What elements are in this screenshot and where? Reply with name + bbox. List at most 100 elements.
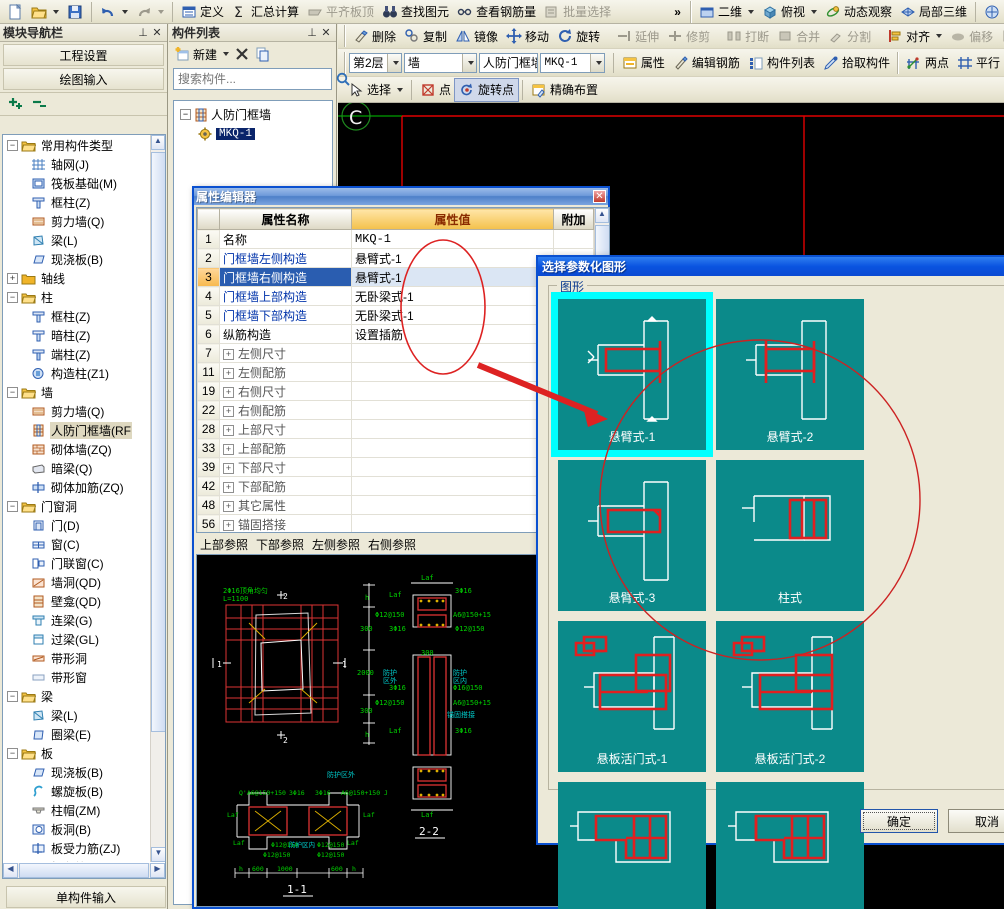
nav-tree-item-26[interactable]: 过梁(GL): [3, 630, 151, 649]
save-button[interactable]: [63, 1, 87, 22]
property-row-value[interactable]: [351, 495, 554, 515]
nav-tree-scroll-left[interactable]: ◀: [3, 863, 18, 878]
nav-tree-item-0[interactable]: − 常用构件类型: [3, 136, 151, 155]
align-button[interactable]: 对齐: [883, 25, 946, 47]
nav-tree-item-21[interactable]: 窗(C): [3, 535, 151, 554]
property-row-expander[interactable]: +: [223, 481, 234, 493]
property-row-value[interactable]: [351, 381, 554, 401]
zoom-pan-button[interactable]: [980, 1, 1004, 22]
property-row-expander[interactable]: +: [223, 443, 234, 455]
select-tool-button[interactable]: 选择: [344, 79, 407, 101]
graphics-card-cant-column-1[interactable]: 悬臂带柱式-1: [558, 782, 706, 909]
new-component-caret[interactable]: [223, 52, 230, 56]
nav-tree-item-4[interactable]: 剪力墙(Q): [3, 212, 151, 231]
nav-tree-item-28[interactable]: 带形窗: [3, 668, 151, 687]
graphics-cell[interactable]: 悬臂式-1: [551, 292, 713, 457]
properties-button[interactable]: 属性: [618, 52, 669, 74]
property-row[interactable]: 1 名称 MKQ-1: [197, 229, 594, 249]
property-row[interactable]: 2 门框墙左侧构造 悬臂式-1: [197, 248, 594, 268]
precise-layout-button[interactable]: 精确布置: [527, 79, 602, 101]
nav-tree-item-1[interactable]: 轴网(J): [3, 155, 151, 174]
toolbar-overflow[interactable]: »: [668, 5, 687, 19]
property-row-value[interactable]: 悬臂式-1: [351, 248, 554, 268]
nav-tree-item-20[interactable]: 门(D): [3, 516, 151, 535]
property-scroll-up[interactable]: ▲: [595, 208, 609, 223]
nav-tree-expander-13[interactable]: −: [7, 387, 18, 398]
property-row-value[interactable]: [351, 419, 554, 439]
nav-button-single-component[interactable]: 单构件输入: [6, 886, 166, 908]
graphics-cell[interactable]: 悬板活门式-1: [553, 616, 711, 777]
property-row[interactable]: 6 纵筋构造 设置插筋: [197, 324, 594, 344]
undo-caret[interactable]: [122, 9, 128, 14]
property-row[interactable]: 33 + 上部配筋: [197, 438, 594, 458]
top-view-button[interactable]: 俯视: [758, 1, 821, 22]
property-row-expander[interactable]: +: [223, 424, 234, 436]
nav-tree-item-10[interactable]: 暗柱(Z): [3, 326, 151, 345]
graphics-card-flap-door-1[interactable]: 悬板活门式-1: [558, 621, 706, 772]
open-file-caret[interactable]: [53, 9, 59, 14]
property-editor-titlebar[interactable]: 属性编辑器 ✕: [194, 188, 608, 205]
property-row-expander[interactable]: +: [223, 519, 234, 531]
graphics-card-cantilever-2[interactable]: 悬臂式-2: [716, 299, 864, 450]
nav-tree-scroll-up[interactable]: ▲: [151, 135, 165, 150]
nav-close-icon[interactable]: ✕: [150, 26, 164, 39]
property-row-value[interactable]: [351, 457, 554, 477]
find-element-button[interactable]: 查找图元: [378, 1, 453, 22]
parallel-button[interactable]: 平行: [953, 52, 1004, 74]
nav-tree-scroll-down[interactable]: ▼: [151, 847, 165, 862]
copy-button[interactable]: 复制: [400, 25, 451, 47]
delete-button[interactable]: 删除: [349, 25, 400, 47]
property-row-value[interactable]: 悬臂式-1: [351, 267, 554, 287]
nav-tree-expander-8[interactable]: −: [7, 292, 18, 303]
mirror-button[interactable]: 镜像: [451, 25, 502, 47]
nav-tree-item-7[interactable]: + 轴线: [3, 269, 151, 288]
property-row-expander[interactable]: +: [223, 500, 234, 512]
graphics-cell[interactable]: 悬板活门式-2: [711, 616, 869, 777]
rotate-button[interactable]: 旋转: [553, 25, 604, 47]
nav-tree-item-38[interactable]: 板负筋(FJ): [3, 858, 151, 862]
property-row[interactable]: 11 + 左侧配筋: [197, 362, 594, 382]
view-rebar-button[interactable]: 查看钢筋量: [453, 1, 540, 22]
local-3d-button[interactable]: 局部三维: [896, 1, 971, 22]
extend-button[interactable]: 延伸: [612, 25, 663, 47]
nav-tree-item-36[interactable]: 板洞(B): [3, 820, 151, 839]
redo-caret[interactable]: [158, 9, 164, 14]
property-row-expander[interactable]: +: [223, 367, 234, 379]
trim-button[interactable]: 修剪: [663, 25, 714, 47]
open-file-button[interactable]: [27, 1, 63, 22]
property-row[interactable]: 4 门框墙上部构造 无卧梁式-1: [197, 286, 594, 306]
align-slab-top-button[interactable]: 平齐板顶: [303, 1, 378, 22]
rotate-point-tool-button[interactable]: 旋转点: [454, 77, 520, 102]
define-button[interactable]: 定义: [177, 1, 228, 22]
nav-tree-item-25[interactable]: 连梁(G): [3, 611, 151, 630]
property-row-value[interactable]: 无卧梁式-1: [351, 286, 554, 306]
nav-tree-item-13[interactable]: − 墙: [3, 383, 151, 402]
nav-tree-scroll-right[interactable]: ▶: [150, 863, 165, 878]
property-row-value[interactable]: MKQ-1: [351, 229, 554, 249]
nav-tree-item-6[interactable]: 现浇板(B): [3, 250, 151, 269]
nav-tree-item-14[interactable]: 剪力墙(Q): [3, 402, 151, 421]
graphics-card-cantilever-3[interactable]: 悬臂式-3: [558, 460, 706, 611]
component-tree-group[interactable]: − 人防门框墙: [174, 105, 332, 124]
property-row[interactable]: 22 + 右侧配筋: [197, 400, 594, 420]
component-type-tree[interactable]: − 常用构件类型 轴网(J) 筏板基础(M) 框柱(Z) 剪力墙(Q) 梁(L) 现浇板(B)…: [2, 134, 166, 879]
tab-right-reference[interactable]: 右侧参照: [368, 536, 416, 553]
type-select[interactable]: 人防门框墙: [478, 52, 539, 73]
property-row[interactable]: 48 + 其它属性: [197, 495, 594, 515]
property-row-expander[interactable]: +: [223, 386, 234, 398]
nav-tree-expander-19[interactable]: −: [7, 501, 18, 512]
graphics-card-cant-column-2[interactable]: 悬臂带柱式-2: [716, 782, 864, 909]
graphics-cell[interactable]: 柱式: [711, 455, 869, 616]
nav-tree-vscrollbar[interactable]: ▲ ▼: [150, 135, 165, 862]
edit-rebar-button[interactable]: 编辑钢筋: [669, 52, 744, 74]
nav-tree-item-37[interactable]: 板受力筋(ZJ): [3, 839, 151, 858]
property-row-value[interactable]: [351, 438, 554, 458]
category-select[interactable]: 墙: [403, 52, 477, 73]
nav-tree-expander-29[interactable]: −: [7, 691, 18, 702]
property-row-expander[interactable]: +: [223, 348, 234, 360]
nav-tree-item-17[interactable]: 暗梁(Q): [3, 459, 151, 478]
component-tree-item[interactable]: MKQ-1: [174, 124, 332, 143]
nav-tree-item-15[interactable]: 人防门框墙(RF: [3, 421, 151, 440]
property-row[interactable]: 28 + 上部尺寸: [197, 419, 594, 439]
nav-tree-item-23[interactable]: 墙洞(QD): [3, 573, 151, 592]
